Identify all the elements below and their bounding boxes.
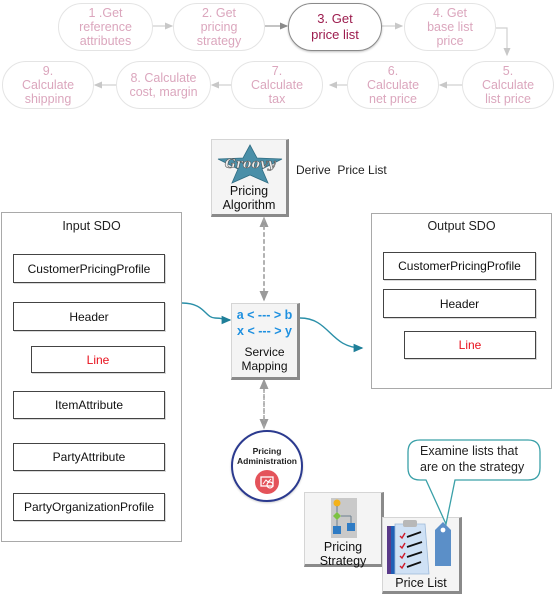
- step-arrow: [496, 27, 511, 57]
- output-sdo-title: Output SDO: [427, 219, 496, 233]
- step-5-calculate-list-price: 5. Calculate list price: [462, 61, 554, 109]
- output-sdo-panel: Output SDO CustomerPricingProfile Header…: [371, 213, 552, 389]
- flow-arrow-in: [181, 302, 232, 325]
- svg-text:Groovy: Groovy: [225, 157, 277, 172]
- output-field-header[interactable]: Header: [383, 289, 536, 318]
- output-field-customer-pricing-profile[interactable]: CustomerPricingProfile: [383, 252, 536, 280]
- input-sdo-title: Input SDO: [62, 219, 121, 233]
- derive-price-list-note: Derive Price List: [296, 163, 387, 177]
- pricing-administration-label: Pricing Administration: [237, 446, 297, 466]
- mapping-line-2: x < --- > y: [237, 324, 292, 338]
- input-sdo-panel: Input SDO CustomerPricingProfile Header …: [1, 212, 182, 542]
- pricing-admin-icon: [255, 470, 279, 494]
- input-field-customer-pricing-profile[interactable]: CustomerPricingProfile: [13, 254, 165, 283]
- pricing-strategy-tile[interactable]: Pricing Strategy: [304, 492, 384, 568]
- service-mapping-tile[interactable]: a < --- > b x < --- > y Service Mapping: [231, 303, 300, 380]
- flow-arrow-out: [299, 317, 364, 353]
- callout-text: Examine lists that are on the strategy: [420, 444, 525, 474]
- price-list-label: Price List: [395, 576, 447, 590]
- pricing-strategy-label: Pricing Strategy: [319, 540, 367, 568]
- price-list-tile[interactable]: Price List: [382, 517, 462, 594]
- input-field-header[interactable]: Header: [13, 302, 165, 331]
- pricing-algorithm-label: Pricing Algorithm: [222, 184, 276, 212]
- step-4-get-base-list-price: 4. Get base list price: [404, 3, 496, 51]
- strategy-hierarchy-icon: [331, 498, 357, 538]
- pricing-administration-circle[interactable]: Pricing Administration: [231, 430, 303, 502]
- input-field-item-attribute[interactable]: ItemAttribute: [13, 391, 165, 419]
- pricing-algorithm-tile[interactable]: Groovy Pricing Algorithm: [211, 139, 289, 217]
- step-3-get-price-list: 3. Get price list: [288, 3, 382, 51]
- step-7-calculate-tax: 7. Calculate tax: [231, 61, 323, 109]
- service-mapping-label: Service Mapping: [241, 345, 288, 373]
- price-list-clipboard-icon: [387, 520, 451, 575]
- step-9-calculate-shipping: 9. Calculate shipping: [2, 61, 94, 109]
- output-field-line[interactable]: Line: [404, 331, 536, 359]
- input-field-party-organization-profile[interactable]: PartyOrganizationProfile: [13, 493, 165, 521]
- step-6-calculate-net-price: 6. Calculate net price: [347, 61, 439, 109]
- step-2-get-pricing-strategy: 2. Get pricing strategy: [173, 3, 265, 51]
- mapping-line-1: a < --- > b: [236, 308, 293, 322]
- step-8-calculate-cost-margin: 8. Calculate cost, margin: [116, 61, 211, 109]
- input-field-line[interactable]: Line: [31, 346, 165, 373]
- input-field-party-attribute[interactable]: PartyAttribute: [13, 443, 165, 471]
- step-1-get-reference-attributes: 1 .Get reference attributes: [58, 3, 153, 51]
- groovy-star-icon: Groovy: [217, 144, 283, 184]
